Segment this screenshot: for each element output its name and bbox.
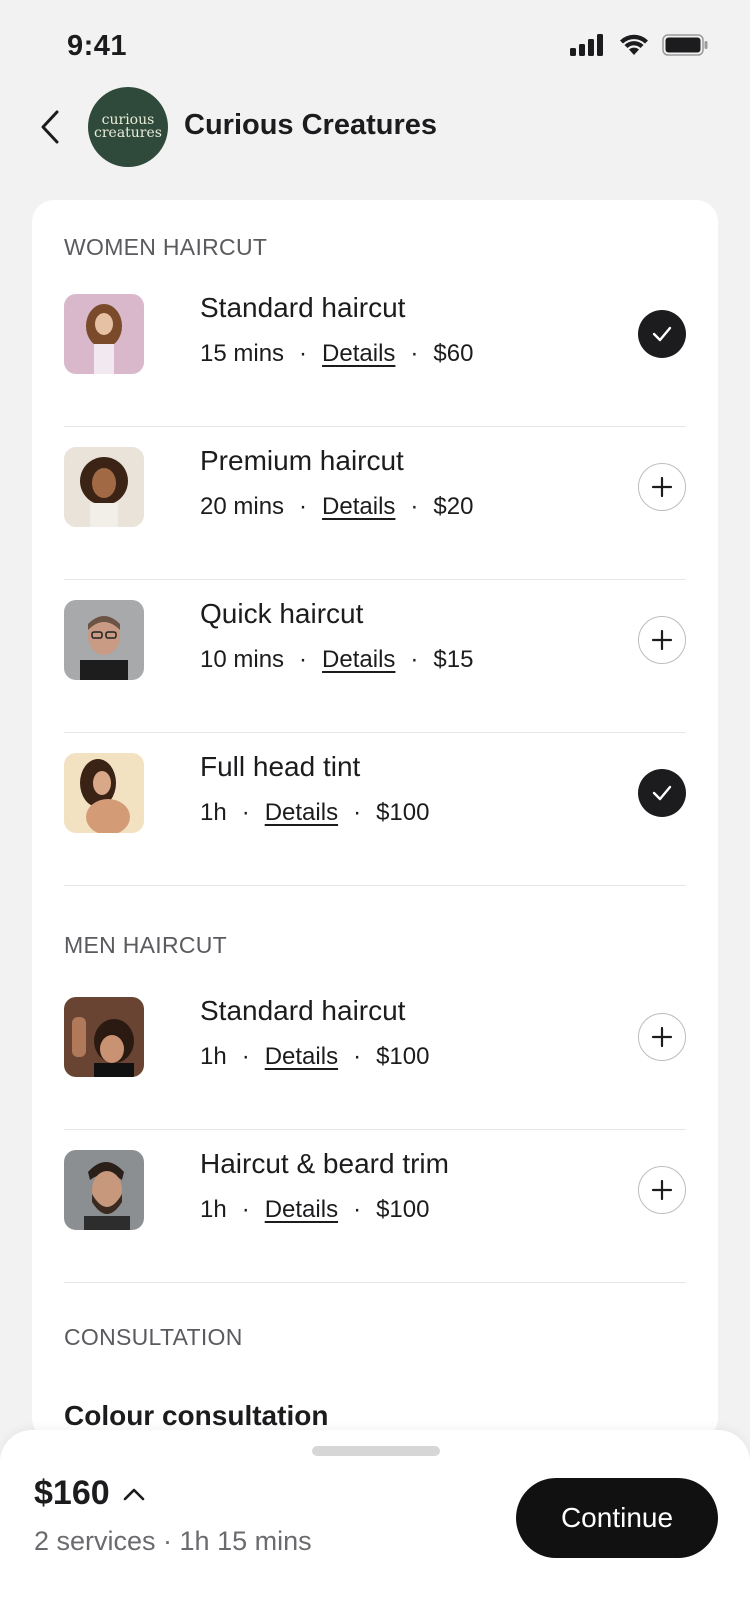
service-thumbnail: [64, 1150, 144, 1230]
service-duration: 1h: [200, 799, 227, 826]
service-meta: 1h · Details · $100: [200, 1196, 430, 1224]
service-name: Full head tint: [200, 751, 361, 782]
chevron-up-icon: [123, 1488, 144, 1500]
booking-summary: 2 services · 1h 15 mins: [34, 1526, 312, 1556]
add-service-button[interactable]: [638, 1166, 686, 1214]
section-title-men: MEN HAIRCUT: [64, 932, 228, 958]
details-link[interactable]: Details: [265, 1043, 338, 1071]
service-row[interactable]: Standard haircut 15 mins · Details · $60: [64, 270, 686, 427]
service-thumbnail: [64, 447, 144, 527]
service-price: $100: [376, 1196, 430, 1223]
details-link[interactable]: Details: [322, 493, 395, 521]
service-row[interactable]: Quick haircut 10 mins · Details · $15: [64, 576, 686, 733]
total-price-toggle[interactable]: $160: [34, 1474, 146, 1513]
service-thumbnail: [64, 294, 144, 374]
wifi-icon: [620, 34, 648, 55]
service-price: $100: [376, 799, 430, 826]
service-duration: 1h: [200, 1043, 227, 1070]
service-name: Standard haircut: [200, 292, 406, 323]
service-duration: 20 mins: [200, 493, 285, 520]
status-time: 9:41: [67, 30, 128, 62]
service-price: $60: [433, 340, 474, 367]
details-link[interactable]: Details: [322, 340, 395, 368]
service-name: Quick haircut: [200, 598, 364, 629]
details-link[interactable]: Details: [265, 1196, 338, 1224]
continue-button[interactable]: Continue: [516, 1478, 718, 1558]
service-meta: 15 mins · Details · $60: [200, 340, 474, 368]
service-price: $100: [376, 1043, 430, 1070]
add-service-button[interactable]: [638, 616, 686, 664]
signal-icon: [570, 34, 603, 56]
header: curious creatures Curious Creatures: [0, 85, 750, 170]
shop-logo: curious creatures: [88, 87, 168, 167]
plus-icon: [651, 476, 673, 498]
status-bar: 9:41: [0, 0, 750, 95]
plus-icon: [651, 1026, 673, 1048]
service-row[interactable]: Standard haircut 1h · Details · $100: [64, 973, 686, 1130]
status-icons: [570, 33, 708, 57]
service-meta: 1h · Details · $100: [200, 799, 430, 827]
services-card: WOMEN HAIRCUT Standard haircut 15 mins ·…: [32, 200, 718, 1440]
selected-toggle-button[interactable]: [638, 310, 686, 358]
drag-handle[interactable]: [312, 1446, 440, 1456]
service-duration: 10 mins: [200, 646, 285, 673]
chevron-left-icon: [41, 110, 59, 144]
service-price: $20: [433, 493, 474, 520]
logo-line-2: creatures: [94, 125, 162, 141]
back-button[interactable]: [30, 105, 70, 149]
check-icon: [652, 326, 672, 342]
service-thumbnail: [64, 997, 144, 1077]
service-name: Premium haircut: [200, 445, 404, 476]
service-meta: 1h · Details · $100: [200, 1043, 430, 1071]
service-row[interactable]: Full head tint 1h · Details · $100: [64, 729, 686, 886]
service-duration: 1h: [200, 1196, 227, 1223]
service-price: $15: [433, 646, 474, 673]
add-service-button[interactable]: [638, 1013, 686, 1061]
service-meta: 20 mins · Details · $20: [200, 493, 474, 521]
add-service-button[interactable]: [638, 463, 686, 511]
details-link[interactable]: Details: [322, 646, 395, 674]
selected-toggle-button[interactable]: [638, 769, 686, 817]
details-link[interactable]: Details: [265, 799, 338, 827]
plus-icon: [651, 1179, 673, 1201]
service-row[interactable]: Haircut & beard trim 1h · Details · $100: [64, 1126, 686, 1283]
service-duration: 15 mins: [200, 340, 285, 367]
battery-icon: [662, 34, 708, 56]
service-name-partial[interactable]: Colour consultation: [64, 1400, 328, 1432]
service-row[interactable]: Premium haircut 20 mins · Details · $20: [64, 423, 686, 580]
plus-icon: [651, 629, 673, 651]
section-title-women: WOMEN HAIRCUT: [64, 234, 268, 260]
total-price: $160: [34, 1474, 110, 1512]
bottom-summary-bar: $160 2 services · 1h 15 mins Continue: [0, 1430, 750, 1600]
service-name: Haircut & beard trim: [200, 1148, 449, 1179]
shop-name: Curious Creatures: [184, 109, 438, 141]
check-icon: [652, 785, 672, 801]
service-thumbnail: [64, 753, 144, 833]
section-title-consultation: CONSULTATION: [64, 1324, 243, 1350]
service-name: Standard haircut: [200, 995, 406, 1026]
service-meta: 10 mins · Details · $15: [200, 646, 474, 674]
service-thumbnail: [64, 600, 144, 680]
